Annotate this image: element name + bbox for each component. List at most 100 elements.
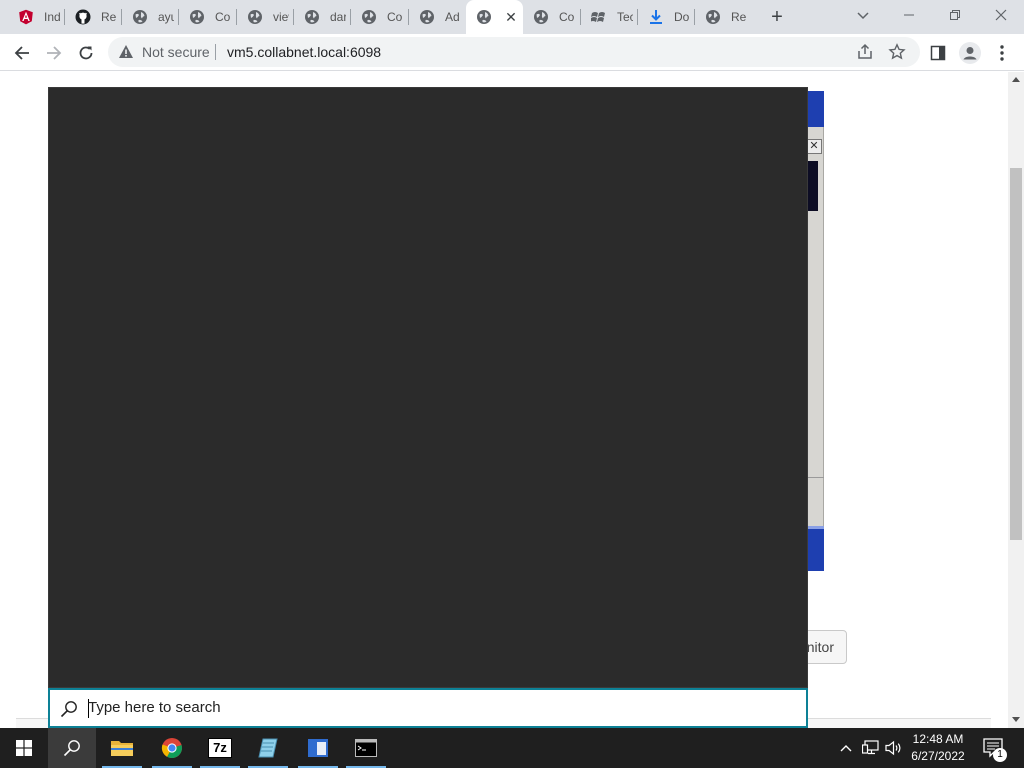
caret-down-icon	[1012, 716, 1020, 722]
folder-icon	[111, 741, 133, 756]
windows-logo-icon	[16, 740, 32, 756]
search-input[interactable]: Type here to search	[88, 699, 221, 716]
search-flyout-panel	[48, 87, 808, 688]
restore-button[interactable]	[932, 0, 978, 30]
globe-icon	[189, 9, 205, 25]
taskbar-file-explorer[interactable]	[98, 728, 146, 768]
reload-button[interactable]	[72, 39, 100, 67]
tab-title: Do	[674, 10, 690, 24]
taskbar-clock[interactable]: 12:48 AM 6/27/2022	[902, 731, 974, 765]
reload-icon	[79, 46, 93, 60]
minimize-button[interactable]	[886, 0, 932, 30]
avatar-icon	[959, 42, 981, 64]
network-tray-button[interactable]	[860, 728, 882, 768]
browser-tab[interactable]: ✕	[466, 0, 523, 34]
chevron-down-icon	[857, 12, 869, 20]
close-tab-icon[interactable]: ✕	[503, 9, 519, 25]
browser-tab[interactable]: Tec	[581, 0, 638, 34]
share-icon[interactable]	[856, 43, 874, 61]
tab-title: Co	[559, 10, 575, 24]
scroll-down-arrow[interactable]	[1008, 712, 1024, 726]
browser-tab[interactable]: ayu	[122, 0, 179, 34]
speaker-icon	[885, 740, 901, 756]
warning-icon[interactable]	[118, 44, 134, 60]
scroll-up-arrow[interactable]	[1008, 72, 1024, 86]
minimize-icon	[904, 14, 914, 16]
profile-button[interactable]	[956, 39, 984, 67]
tab-title: ayu	[158, 10, 174, 24]
menu-button[interactable]	[988, 39, 1016, 67]
globe-icon	[705, 9, 721, 25]
7zip-icon: 7z	[208, 738, 232, 758]
show-hidden-icons-button[interactable]	[836, 728, 856, 768]
globe-icon	[304, 9, 320, 25]
browser-tab[interactable]: Co	[179, 0, 237, 34]
windows-taskbar: 7z 12:48 AM 6/27/2022 1	[0, 728, 1024, 768]
browser-tab[interactable]: Ad	[409, 0, 466, 34]
globe-icon	[132, 9, 148, 25]
remote-divider	[808, 477, 824, 478]
page-scrollbar[interactable]	[1008, 72, 1024, 728]
new-tab-button[interactable]: +	[766, 6, 788, 28]
taskbar-notepad[interactable]	[244, 728, 292, 768]
star-icon[interactable]	[888, 43, 906, 61]
clock-time: 12:48 AM	[912, 732, 964, 746]
notification-center-button[interactable]: 1	[980, 728, 1008, 768]
tab-title: Rele	[101, 10, 117, 24]
close-window-button[interactable]	[978, 0, 1024, 30]
window-app-icon	[308, 739, 328, 757]
url-text[interactable]: vm5.collabnet.local:6098	[227, 44, 381, 60]
back-button[interactable]	[8, 39, 36, 67]
tab-search-button[interactable]	[852, 6, 874, 26]
side-panel-icon	[930, 45, 946, 61]
tab-title: Co	[387, 10, 403, 24]
network-icon	[862, 740, 879, 755]
security-status-label[interactable]: Not secure	[142, 44, 210, 60]
taskbar-search-button[interactable]	[48, 728, 96, 768]
github-icon	[75, 9, 91, 25]
tab-title: Indi	[44, 10, 60, 24]
globe-icon	[476, 9, 492, 25]
globe-icon	[533, 9, 549, 25]
browser-tab[interactable]: Rele	[65, 0, 122, 34]
globe-icon	[247, 9, 263, 25]
taskbar-chrome[interactable]	[148, 728, 196, 768]
windows-flag-icon	[591, 9, 607, 25]
tab-title: Tec	[617, 10, 633, 24]
globe-icon	[361, 9, 377, 25]
tab-title: view	[273, 10, 289, 24]
terminal-icon	[355, 739, 377, 757]
remote-close-icon[interactable]: ✕	[806, 139, 822, 154]
browser-tab[interactable]: Indi	[8, 0, 65, 34]
clock-date: 6/27/2022	[911, 749, 965, 763]
tab-title: Ad	[445, 10, 460, 24]
notepad-icon	[258, 738, 278, 758]
forward-button[interactable]	[40, 39, 68, 67]
address-bar[interactable]: Not secure vm5.collabnet.local:6098	[108, 37, 920, 67]
scroll-thumb[interactable]	[1010, 168, 1022, 540]
tab-strip: Indi Rele ayu Co view dar Co Ad ✕ Co Tec Do Re +	[0, 0, 1024, 34]
browser-tab[interactable]: dar	[294, 0, 351, 34]
side-panel-button[interactable]	[924, 39, 952, 67]
start-button[interactable]	[0, 728, 48, 768]
tab-title: Co	[215, 10, 231, 24]
chrome-icon	[161, 738, 182, 759]
browser-tab[interactable]: Co	[523, 0, 581, 34]
browser-tab[interactable]: Co	[351, 0, 409, 34]
browser-tab[interactable]: view	[237, 0, 294, 34]
taskbar-search-box[interactable]: Type here to search	[48, 688, 808, 728]
browser-tab[interactable]: Do	[638, 0, 695, 34]
tab-title: Re	[731, 10, 747, 24]
chevron-up-icon	[840, 745, 852, 752]
notification-count-badge: 1	[993, 748, 1007, 762]
search-icon	[60, 701, 77, 718]
kebab-menu-icon	[1000, 45, 1004, 61]
caret-up-icon	[1012, 76, 1020, 82]
close-icon	[995, 9, 1007, 21]
volume-tray-button[interactable]	[884, 728, 904, 768]
download-icon	[648, 9, 664, 25]
taskbar-remote-desktop[interactable]	[294, 728, 342, 768]
taskbar-command-prompt[interactable]	[342, 728, 390, 768]
taskbar-7zip[interactable]: 7z	[196, 728, 244, 768]
browser-tab[interactable]: Re	[695, 0, 752, 34]
